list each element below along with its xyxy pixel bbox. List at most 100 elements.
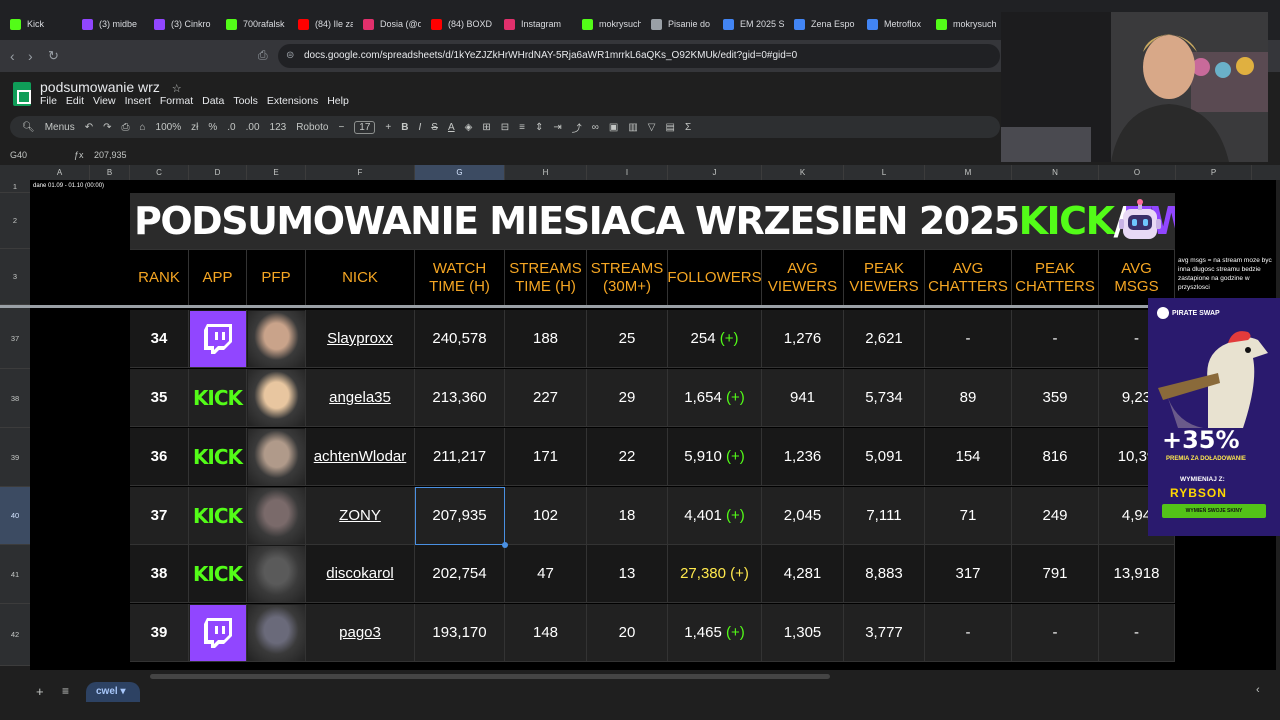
add-sheet-icon[interactable]: + xyxy=(36,684,44,699)
app-cell[interactable]: KICK xyxy=(189,487,247,545)
nick-link[interactable]: achtenWlodar xyxy=(314,448,407,465)
rank-cell[interactable]: 35 xyxy=(130,369,189,427)
decrease-decimal-button[interactable]: .0 xyxy=(227,122,235,133)
number-format-button[interactable]: 123 xyxy=(270,122,287,133)
nick-link[interactable]: ZONY xyxy=(339,507,381,524)
column-header[interactable]: L xyxy=(844,165,925,180)
filter-views-icon[interactable]: ▤ xyxy=(665,122,674,133)
app-cell[interactable]: KICK xyxy=(189,545,247,603)
browser-tab[interactable]: Instagram xyxy=(494,8,572,40)
paint-format-icon[interactable]: ⌂ xyxy=(140,122,146,133)
borders-icon[interactable]: ⊞ xyxy=(482,122,490,133)
column-header[interactable]: H xyxy=(505,165,587,180)
nick-link[interactable]: discokarol xyxy=(326,565,394,582)
streams-cell[interactable]: 18 xyxy=(587,487,668,545)
menu-item[interactable]: Help xyxy=(327,95,349,107)
avgv-cell[interactable]: 1,236 xyxy=(762,428,844,486)
peakv-cell[interactable]: 8,883 xyxy=(844,545,925,603)
forward-icon[interactable]: › xyxy=(28,48,33,64)
rank-cell[interactable]: 34 xyxy=(130,310,189,368)
menu-item[interactable]: Tools xyxy=(233,95,258,107)
nick-link[interactable]: pago3 xyxy=(339,624,381,641)
advertisement-panel[interactable]: PIRATE SWAP +35% PREMIA ZA DOŁADOWANIE W… xyxy=(1148,298,1280,536)
menu-item[interactable]: Format xyxy=(160,95,193,107)
app-cell[interactable]: KICK xyxy=(189,369,247,427)
align-icon[interactable]: ≡ xyxy=(519,122,525,133)
peakv-cell[interactable]: 7,111 xyxy=(844,487,925,545)
row-header[interactable]: 39 xyxy=(0,428,30,487)
row-header[interactable]: 1 xyxy=(0,180,30,193)
italic-icon[interactable]: I xyxy=(419,122,422,133)
avgc-cell[interactable]: 154 xyxy=(925,428,1012,486)
streams-cell[interactable]: 20 xyxy=(587,604,668,662)
browser-tab[interactable]: (84) BOXD xyxy=(421,8,494,40)
title-banner[interactable]: PODSUMOWANIE MIESIACA WRZESIEN 2025 KICK… xyxy=(130,193,1175,249)
star-icon[interactable]: ☆ xyxy=(172,83,182,95)
functions-icon[interactable]: Σ xyxy=(685,122,691,133)
avgc-cell[interactable]: - xyxy=(925,310,1012,368)
comment-icon[interactable]: ▣ xyxy=(609,122,618,133)
watch-cell[interactable]: 240,578 xyxy=(415,310,505,368)
menu-item[interactable]: Insert xyxy=(125,95,151,107)
column-header[interactable]: D xyxy=(189,165,247,180)
currency-button[interactable]: zł xyxy=(191,122,198,133)
avgv-cell[interactable]: 941 xyxy=(762,369,844,427)
browser-tab[interactable]: mokrysuch xyxy=(572,8,641,40)
browser-tab[interactable]: EM 2025 S xyxy=(713,8,784,40)
streams-cell[interactable]: 22 xyxy=(587,428,668,486)
document-title[interactable]: podsumowanie wrz ☆ xyxy=(40,79,182,95)
row-header[interactable]: 41 xyxy=(0,545,30,604)
app-cell[interactable] xyxy=(189,604,247,662)
stime-cell[interactable]: 47 xyxy=(505,545,587,603)
filter-icon[interactable]: ▽ xyxy=(648,122,656,133)
browser-tab[interactable]: Kick xyxy=(0,8,72,40)
avgc-cell[interactable]: 71 xyxy=(925,487,1012,545)
column-header[interactable]: E xyxy=(247,165,306,180)
peakc-cell[interactable]: 249 xyxy=(1012,487,1099,545)
nick-cell[interactable]: Slayproxx xyxy=(306,310,415,368)
peakc-cell[interactable]: 359 xyxy=(1012,369,1099,427)
column-header[interactable]: A xyxy=(30,165,90,180)
streams-cell[interactable]: 25 xyxy=(587,310,668,368)
zoom-select[interactable]: 100% xyxy=(156,122,182,133)
rank-cell[interactable]: 37 xyxy=(130,487,189,545)
row-header[interactable]: 3 xyxy=(0,249,30,305)
menu-item[interactable]: Data xyxy=(202,95,224,107)
column-header[interactable]: N xyxy=(1012,165,1099,180)
peakc-cell[interactable]: - xyxy=(1012,604,1099,662)
browser-tab[interactable]: (3) midbe xyxy=(72,8,144,40)
menus-search[interactable]: Menus xyxy=(45,122,75,133)
sheets-logo-icon[interactable] xyxy=(13,82,31,106)
back-icon[interactable]: ‹ xyxy=(10,48,15,64)
browser-tab[interactable]: Pisanie do xyxy=(641,8,713,40)
reload-icon[interactable]: ↻ xyxy=(48,48,59,64)
followers-cell[interactable]: 254 (+) xyxy=(668,310,762,368)
strikethrough-icon[interactable]: S xyxy=(431,122,438,133)
pfp-cell[interactable] xyxy=(247,428,306,486)
print-icon[interactable]: ⎙ xyxy=(122,122,130,133)
msgs-cell[interactable]: 13,918 xyxy=(1099,545,1175,603)
avgc-cell[interactable]: 89 xyxy=(925,369,1012,427)
wrap-icon[interactable]: ⇥ xyxy=(553,122,561,133)
table-row[interactable]: 35 KICK angela35 213,360 227 29 1,654 (+) 941 5,… xyxy=(130,369,1175,427)
sidebar-collapse-icon[interactable]: ‹ xyxy=(1256,684,1260,696)
font-size-field[interactable]: 17 xyxy=(354,120,376,134)
text-color-icon[interactable]: A xyxy=(448,122,455,133)
peakv-cell[interactable]: 2,621 xyxy=(844,310,925,368)
row-header[interactable]: 2 xyxy=(0,193,30,249)
fill-color-icon[interactable]: ◈ xyxy=(465,122,473,133)
msgs-cell[interactable]: - xyxy=(1099,604,1175,662)
redo-icon[interactable]: ↷ xyxy=(103,122,111,133)
followers-cell[interactable]: 27,380 (+) xyxy=(668,545,762,603)
ad-button[interactable]: WYMIEŃ SWOJE SKINY xyxy=(1162,504,1266,518)
bold-icon[interactable]: B xyxy=(401,122,408,133)
browser-tab[interactable]: Dosia (@d xyxy=(353,8,421,40)
font-select[interactable]: Roboto xyxy=(296,122,328,133)
valign-icon[interactable]: ⇕ xyxy=(535,122,543,133)
rank-cell[interactable]: 39 xyxy=(130,604,189,662)
font-size-increase[interactable]: + xyxy=(385,122,391,133)
peakv-cell[interactable]: 5,091 xyxy=(844,428,925,486)
column-header[interactable]: P xyxy=(1176,165,1252,180)
menu-item[interactable]: View xyxy=(93,95,116,107)
column-header[interactable]: M xyxy=(925,165,1012,180)
